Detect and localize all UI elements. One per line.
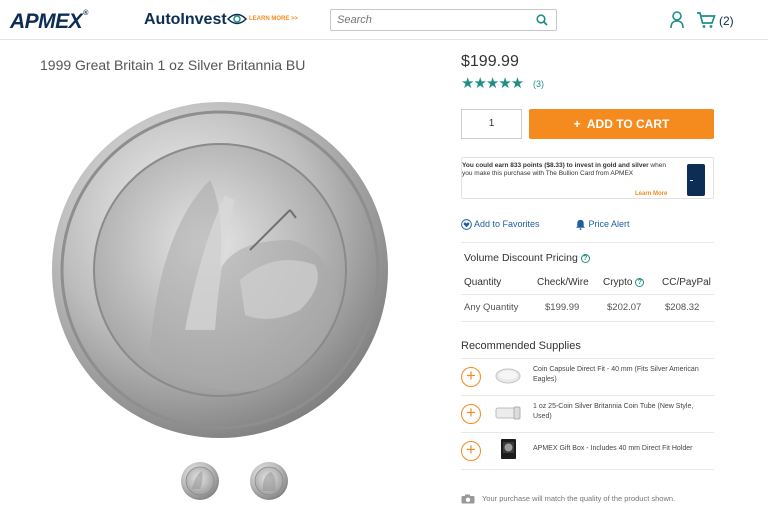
coin-capsule-image xyxy=(495,368,521,384)
recommended-supplies-title: Recommended Supplies xyxy=(461,340,581,352)
coin-main-image[interactable] xyxy=(50,100,390,440)
autoinvest-eye-icon xyxy=(227,13,247,25)
favorites-label: Add to Favorites xyxy=(474,219,540,229)
coin-tube-image xyxy=(495,406,521,420)
table-divider xyxy=(461,294,714,295)
autoinvest-link[interactable]: AutoInvest xyxy=(144,11,227,29)
user-account-icon[interactable] xyxy=(670,11,684,29)
add-to-cart-button[interactable]: + ADD TO CART xyxy=(529,109,714,139)
site-header: APMEX® AutoInvest LEARN MORE >> (2) xyxy=(0,0,768,40)
add-to-cart-label: ADD TO CART xyxy=(586,117,670,131)
supply-item: + Coin Capsule Direct Fit - 40 mm (Fits … xyxy=(461,359,714,395)
camera-icon xyxy=(461,494,475,504)
review-count[interactable]: (3) xyxy=(533,79,544,89)
supply-item-label[interactable]: 1 oz 25-Coin Silver Britannia Coin Tube … xyxy=(533,402,713,422)
search-input[interactable] xyxy=(331,10,521,30)
price-alert-label: Price Alert xyxy=(588,219,630,229)
supply-item-label[interactable]: APMEX Gift Box - Includes 40 mm Direct F… xyxy=(533,444,713,454)
cart-icon[interactable] xyxy=(696,11,716,29)
supply-item: + 1 oz 25-Coin Silver Britannia Coin Tub… xyxy=(461,396,714,432)
table-divider xyxy=(461,321,714,322)
add-supply-button[interactable]: + xyxy=(461,367,481,387)
search-box[interactable] xyxy=(330,9,557,31)
supply-item: + APMEX Gift Box - Includes 40 mm Direct… xyxy=(461,433,714,469)
supply-item-label[interactable]: Coin Capsule Direct Fit - 40 mm (Fits Si… xyxy=(533,365,713,385)
quality-footnote: Your purchase will match the quality of … xyxy=(461,494,675,504)
col-header-cc-paypal: CC/PayPal xyxy=(662,277,711,288)
heart-icon xyxy=(461,219,472,230)
learn-more-link[interactable]: LEARN MORE >> xyxy=(249,16,298,22)
col-header-crypto: Crypto ? xyxy=(603,277,645,288)
col-header-check-wire: Check/Wire xyxy=(537,277,589,288)
thumbnail-obverse[interactable] xyxy=(249,461,289,501)
divider xyxy=(461,469,714,470)
add-supply-button[interactable]: + xyxy=(461,404,481,424)
col-header-quantity: Quantity xyxy=(464,277,502,288)
volume-pricing-title: Volume Discount Pricing ? xyxy=(464,252,590,264)
quantity-input[interactable]: 1 xyxy=(461,109,522,139)
bell-icon xyxy=(575,220,586,231)
gift-box-image xyxy=(501,439,516,459)
footnote-text: Your purchase will match the quality of … xyxy=(481,494,676,503)
plus-icon: + xyxy=(573,117,581,131)
volume-pricing-label: Volume Discount Pricing xyxy=(464,252,578,264)
info-icon[interactable]: ? xyxy=(635,277,645,287)
crypto-label: Crypto xyxy=(603,277,633,288)
thumbnail-reverse[interactable] xyxy=(180,461,220,501)
cart-count[interactable]: (2) xyxy=(719,14,734,28)
search-icon[interactable] xyxy=(536,14,548,26)
product-price: $199.99 xyxy=(461,53,519,70)
cell-quantity: Any Quantity xyxy=(464,302,519,313)
promo-learn-more-link[interactable]: Learn More xyxy=(635,191,667,197)
bullion-card-promo: You could earn 833 points ($8.33) to inv… xyxy=(461,157,714,199)
apmex-logo[interactable]: APMEX® xyxy=(10,10,88,34)
add-to-favorites-link[interactable]: Add to Favorites xyxy=(461,219,540,230)
promo-text: You could earn 833 points ($8.33) to inv… xyxy=(462,162,667,178)
cell-check-wire-price: $199.99 xyxy=(545,302,580,313)
add-supply-button[interactable]: + xyxy=(461,441,481,461)
divider xyxy=(461,242,714,243)
cell-cc-paypal-price: $208.32 xyxy=(665,302,700,313)
price-alert-link[interactable]: Price Alert xyxy=(575,219,630,231)
rating-stars[interactable]: ★★★★★ xyxy=(461,74,524,92)
bullion-card-image: ▬ xyxy=(687,164,705,196)
cell-crypto-price: $202.07 xyxy=(607,302,642,313)
product-title: 1999 Great Britain 1 oz Silver Britannia… xyxy=(40,57,306,73)
info-icon[interactable]: ? xyxy=(580,253,590,263)
promo-bold-text: You could earn 833 points ($8.33) to inv… xyxy=(462,162,649,169)
